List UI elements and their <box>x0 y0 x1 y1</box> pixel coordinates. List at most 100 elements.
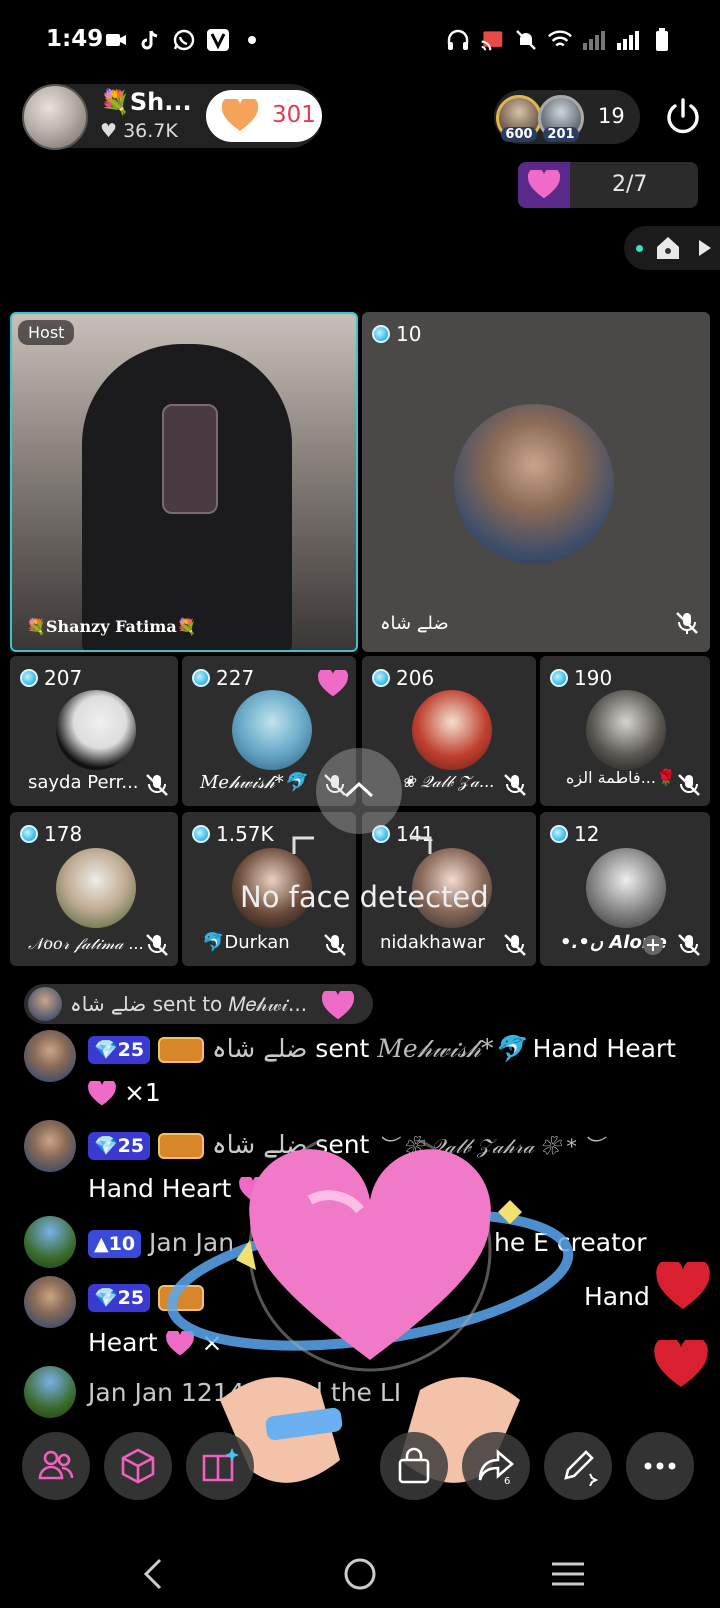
host-tag: Host <box>18 320 75 345</box>
shop-button[interactable] <box>380 1432 448 1500</box>
seat-score: 1.57K <box>216 822 274 846</box>
mic-muted-icon <box>324 934 346 956</box>
rank-badge <box>158 1037 205 1063</box>
share-button[interactable]: 6 <box>462 1432 530 1500</box>
seat-name: nidakhawar <box>380 932 485 953</box>
seat-name: ضلے شاہ <box>380 613 449 634</box>
more-icon <box>644 1462 676 1470</box>
guest-seat[interactable]: 178 𝒩𝑜𝑜𝓇 𝒻𝒶𝓉𝒾𝓂𝒶 ... <box>10 812 178 966</box>
guest-seat[interactable]: 10 ضلے شاہ <box>362 312 710 652</box>
phone-image <box>162 404 218 514</box>
battery-icon <box>650 28 674 52</box>
host-likes-count: 36.7K <box>123 120 178 142</box>
seat-score: 12 <box>574 822 600 846</box>
mic-muted-icon <box>676 612 698 634</box>
target-name: 𝑀𝑒𝒽𝓌𝒾𝓈𝒽*🐬 <box>377 1034 525 1063</box>
add-friend-icon[interactable] <box>642 934 664 956</box>
guest-avatar <box>412 690 492 770</box>
no-face-label: No face detected <box>240 880 489 914</box>
seat-name: فاطمة الزه...🌹 <box>566 768 676 787</box>
follow-heart-button[interactable]: 301 <box>206 90 322 142</box>
sender-name: ضلے شاہ <box>212 1034 308 1063</box>
gift-heart-icon <box>518 162 570 208</box>
wifi-icon <box>548 28 572 52</box>
gift-heart-icon <box>318 670 348 697</box>
guest-seat[interactable]: 190 فاطمة الزه...🌹 <box>540 656 710 806</box>
mini-controls[interactable] <box>624 226 720 270</box>
home-nav-icon[interactable] <box>336 1550 384 1598</box>
collapse-button[interactable] <box>316 748 402 834</box>
guest-avatar <box>586 848 666 928</box>
home-icon[interactable] <box>654 234 682 262</box>
level-value: 25 <box>117 1287 145 1309</box>
mic-muted-icon <box>146 934 168 956</box>
bottom-toolbar: 6 <box>0 1432 720 1512</box>
chat-avatar[interactable] <box>24 1030 76 1082</box>
status-bar: 1:49 <box>0 0 720 80</box>
seat-score: 206 <box>396 666 435 690</box>
status-time: 1:49 <box>46 26 104 52</box>
signal-icon <box>582 28 606 52</box>
effects-button[interactable] <box>104 1432 172 1500</box>
heart-icon <box>222 99 258 131</box>
gem-icon <box>192 825 210 843</box>
play-icon[interactable] <box>692 236 716 260</box>
gem-icon <box>192 669 210 687</box>
power-icon[interactable] <box>662 96 704 138</box>
edit-button[interactable] <box>544 1432 612 1500</box>
viewer-count: 19 <box>598 104 625 128</box>
guests-button[interactable] <box>22 1432 90 1500</box>
guest-avatar <box>56 848 136 928</box>
level-value: 25 <box>117 1135 145 1157</box>
cast-icon <box>480 28 504 52</box>
guest-avatar <box>454 404 614 564</box>
seat-score: 227 <box>216 666 255 690</box>
guest-seat[interactable]: 207 sayda Perr... <box>10 656 178 806</box>
activities-button[interactable] <box>186 1432 254 1500</box>
gem-icon <box>550 825 568 843</box>
vpn-icon <box>206 28 230 52</box>
chat-avatar[interactable] <box>24 1216 76 1268</box>
seat-name: ❀ 𝒬𝒶𝓁𝒷 𝒵𝒶... <box>402 772 495 791</box>
recents-icon[interactable] <box>544 1550 592 1598</box>
people-icon <box>38 1450 74 1480</box>
guest-avatar <box>232 690 312 770</box>
host-seat[interactable]: Host 💐Shanzy Fatima💐 <box>10 312 358 652</box>
host-avatar[interactable] <box>22 84 88 150</box>
guest-seat[interactable]: 12 •.•ں Alone <box>540 812 710 966</box>
chat-avatar[interactable] <box>24 1276 76 1328</box>
seat-name: 🐬Durkan <box>202 932 290 953</box>
gift-pager[interactable]: 2/7 <box>518 162 698 208</box>
level-badge: 💎25 <box>88 1132 151 1160</box>
pencil-icon <box>564 1450 598 1486</box>
host-name: 💐Sh... <box>100 88 192 116</box>
seat-name: 𝒩𝑜𝑜𝓇 𝒻𝒶𝓉𝒾𝓂𝒶 ... <box>28 934 144 953</box>
viewer-level: 201 <box>543 127 579 142</box>
guest-avatar <box>586 690 666 770</box>
back-icon[interactable] <box>130 1550 178 1598</box>
chat-avatar[interactable] <box>24 1366 76 1418</box>
floating-heart-icon <box>656 1262 710 1310</box>
signal-icon-2 <box>616 28 640 52</box>
gift-heart-icon <box>88 1079 116 1106</box>
mic-muted-icon <box>504 934 526 956</box>
mute-bell-icon <box>514 28 538 52</box>
more-button[interactable] <box>626 1432 694 1500</box>
viewer-avatar[interactable]: 201 <box>538 95 584 142</box>
viewer-avatar[interactable]: 600 <box>496 95 542 142</box>
viewer-list[interactable]: 600 201 19 <box>494 90 640 144</box>
level-value: 10 <box>108 1233 136 1255</box>
face-frame-icon <box>292 836 432 854</box>
level-badge: 💎25 <box>88 1284 151 1312</box>
host-seat-name: 💐Shanzy Fatima💐 <box>26 617 197 636</box>
gift-notice: ضلے شاہ sent to 𝑀𝑒𝒽𝓌𝒾... <box>24 984 374 1024</box>
gem-icon <box>550 669 568 687</box>
seat-score: 207 <box>44 666 83 690</box>
seat-name: sayda Perr... <box>28 772 139 793</box>
gem-icon <box>20 669 38 687</box>
cube-icon <box>121 1448 155 1484</box>
guest-avatar <box>56 690 136 770</box>
share-icon: 6 <box>478 1449 514 1486</box>
seat-score: 10 <box>396 322 422 346</box>
chat-avatar[interactable] <box>24 1120 76 1172</box>
